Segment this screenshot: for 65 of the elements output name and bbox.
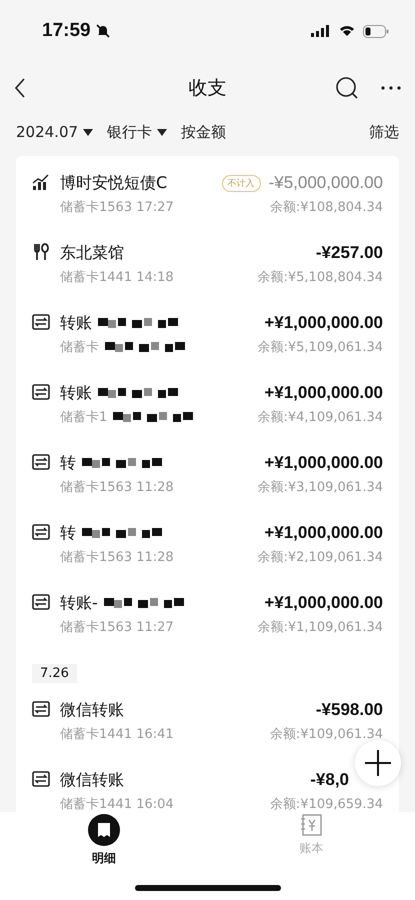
search-button[interactable]: [335, 76, 359, 100]
card-and-time: 储蓄卡1: [60, 409, 108, 426]
card-and-time: 储蓄卡1563 11:27: [60, 619, 174, 636]
transaction-amount: -¥257.00: [316, 243, 383, 263]
balance-text: 余额:¥1,109,061.34: [258, 619, 383, 636]
date-label: 7.26: [32, 664, 77, 683]
balance-text: 余额:¥108,804.34: [270, 199, 383, 216]
transfer-icon: [32, 523, 50, 541]
plus-icon: [365, 750, 391, 776]
more-icon: [381, 86, 401, 90]
card-and-time: 储蓄卡1441 16:04: [60, 796, 174, 813]
transaction-amount: +¥1,000,000.00: [264, 313, 383, 333]
transaction-amount: -¥8,0: [310, 770, 349, 790]
transfer-icon: [32, 700, 50, 718]
filter-button[interactable]: 筛选: [369, 122, 399, 142]
transfer-icon: [32, 383, 50, 401]
transaction-title: 微信转账: [60, 770, 124, 790]
balance-text: 余额:¥5,109,061.34: [258, 339, 383, 356]
excluded-badge: 不计入: [222, 174, 261, 192]
transaction-amount: +¥1,000,000.00: [264, 593, 383, 613]
signal-icon: [311, 25, 331, 37]
fork-spoon-icon: [32, 243, 50, 261]
filter-dropdown[interactable]: 银行卡: [107, 122, 168, 142]
transaction-amount: +¥1,000,000.00: [264, 453, 383, 473]
transfer-icon: [32, 313, 50, 331]
transaction-title: 微信转账: [60, 700, 124, 720]
balance-text: 余额:¥5,108,804.34: [258, 269, 383, 286]
battery-icon: [363, 24, 389, 38]
transaction-title: 转账-: [60, 592, 98, 614]
transaction-title: 东北菜馆: [60, 242, 124, 264]
balance-text: 余额:¥109,061.34: [270, 726, 383, 743]
balance-text: 余额:¥3,109,061.34: [258, 479, 383, 496]
filter-dropdown[interactable]: 按金额: [181, 122, 226, 142]
card-and-time: 储蓄卡1563 11:28: [60, 479, 174, 496]
transaction-title: 博时安悦短债C: [60, 172, 168, 194]
balance-text: 余额:¥2,109,061.34: [258, 549, 383, 566]
transfer-icon: [32, 593, 50, 611]
page-title: 收支: [188, 76, 226, 101]
wifi-icon: [339, 25, 355, 37]
search-icon: [335, 76, 359, 100]
ledger-icon: [300, 814, 322, 836]
transaction-amount: -¥598.00: [316, 700, 383, 720]
transaction-amount: +¥1,000,000.00: [264, 383, 383, 403]
chart-icon: [32, 173, 50, 191]
back-icon: [14, 78, 26, 98]
transaction-title: 转账: [60, 382, 92, 404]
card-and-time: 储蓄卡1563 17:27: [60, 199, 174, 216]
balance-text: 余额:¥109,659.34: [270, 796, 383, 813]
card-and-time: 储蓄卡1563 11:28: [60, 549, 174, 566]
status-time: 17:59: [42, 20, 91, 42]
card-and-time: 储蓄卡: [60, 339, 99, 356]
balance-text: 余额:¥4,109,061.34: [258, 409, 383, 426]
muted-bell-icon: [94, 23, 111, 39]
transaction-title: 转账: [60, 312, 92, 334]
transfer-icon: [32, 453, 50, 471]
transaction-title: 转: [60, 452, 76, 474]
transaction-amount: -¥5,000,000.00: [268, 173, 383, 193]
back-button[interactable]: [14, 78, 26, 98]
transaction-amount: +¥1,000,000.00: [264, 523, 383, 543]
card-and-time: 储蓄卡1441 16:41: [60, 726, 174, 743]
filter-dropdown[interactable]: 2024.07: [16, 123, 94, 141]
more-button[interactable]: [381, 86, 401, 90]
card-and-time: 储蓄卡1441 14:18: [60, 269, 174, 286]
transfer-icon: [32, 770, 50, 788]
transaction-title: 转: [60, 522, 76, 544]
